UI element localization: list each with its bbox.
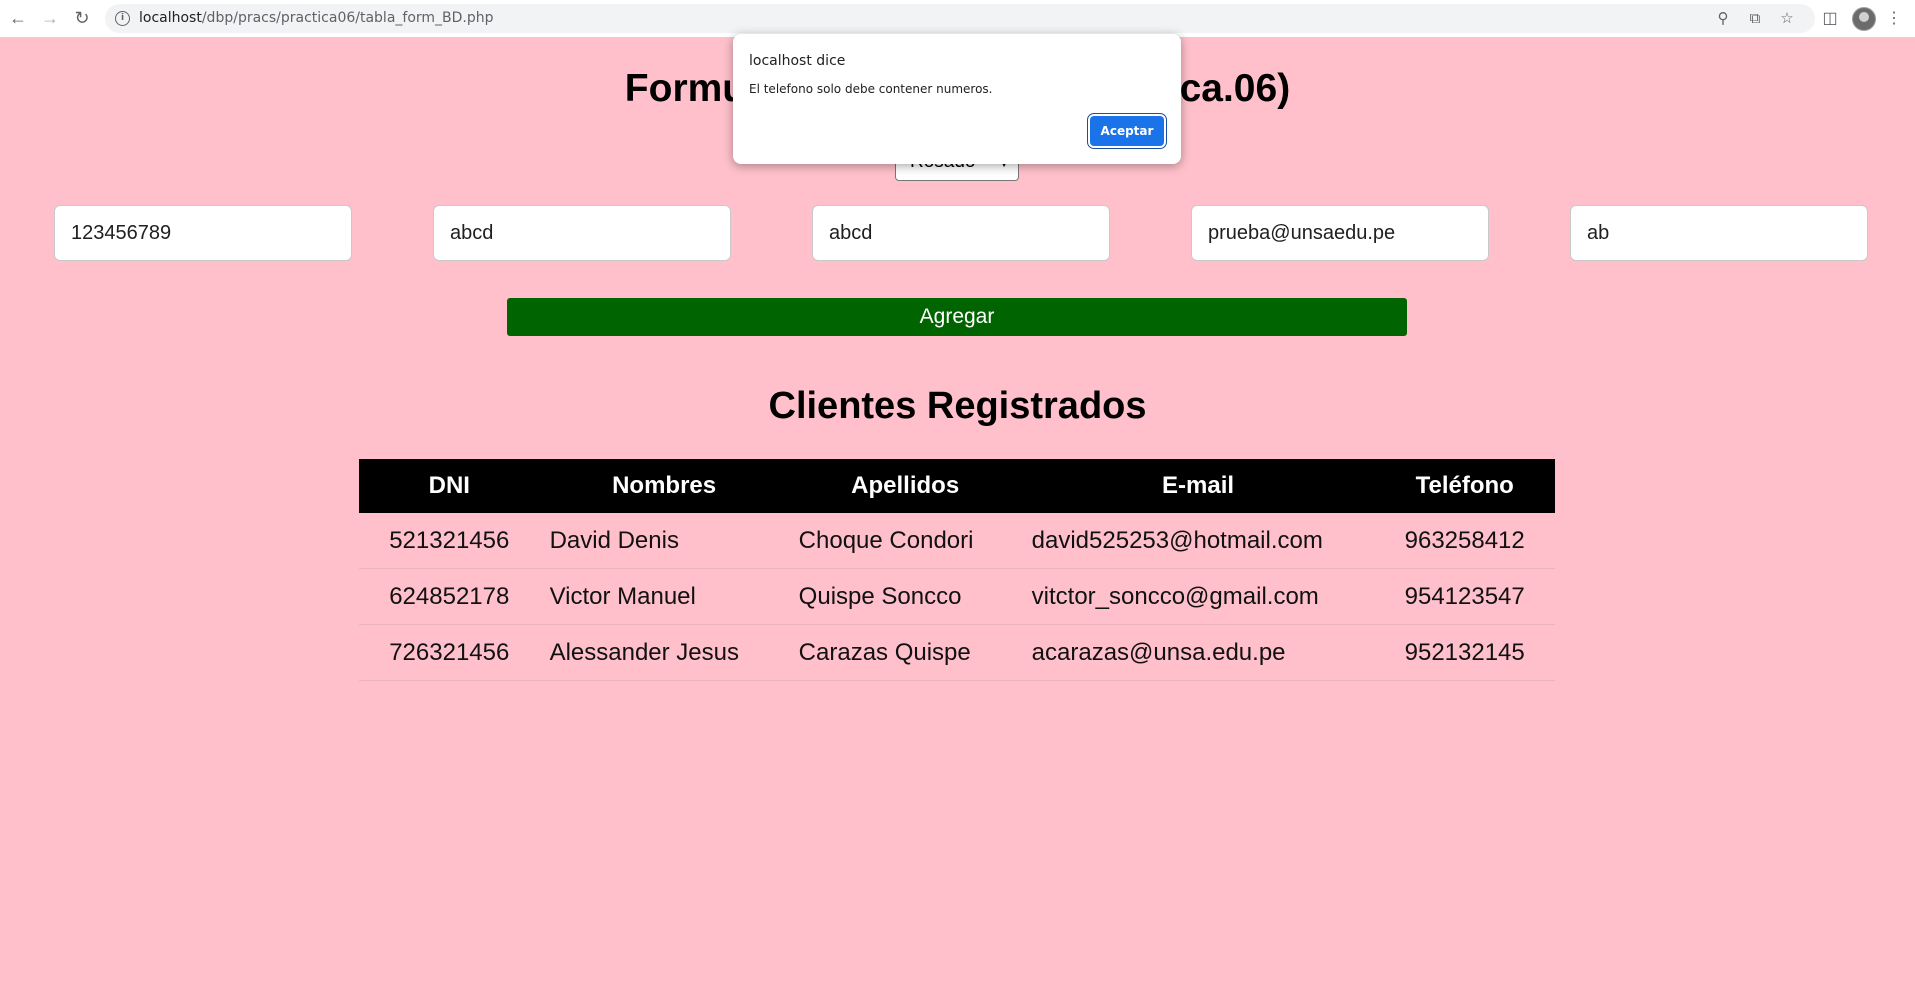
- clients-table: DNI Nombres Apellidos E-mail Teléfono 52…: [359, 459, 1555, 681]
- address-bar[interactable]: i localhost/dbp/pracs/practica06/tabla_f…: [105, 4, 1815, 33]
- cell-nombres: Victor Manuel: [539, 568, 789, 625]
- telefono-input[interactable]: [1570, 205, 1868, 261]
- kebab-menu-icon[interactable]: ⋮: [1884, 9, 1904, 29]
- header-apellidos: Apellidos: [788, 459, 1022, 513]
- forward-arrow-icon[interactable]: →: [40, 8, 60, 28]
- dialog-message: El telefono solo debe contener numeros.: [749, 82, 993, 96]
- header-dni: DNI: [359, 459, 540, 513]
- table-header-row: DNI Nombres Apellidos E-mail Teléfono: [359, 459, 1555, 513]
- url-text[interactable]: localhost/dbp/pracs/practica06/tabla_for…: [139, 10, 494, 26]
- cell-telefono: 954123547: [1374, 568, 1555, 625]
- page-content: Formulario de Clientes (Practica.06) Ros…: [0, 37, 1915, 997]
- cell-apellidos: Choque Condori: [788, 513, 1022, 569]
- cell-apellidos: Carazas Quispe: [788, 624, 1022, 681]
- reload-icon[interactable]: ↻: [72, 8, 92, 28]
- email-input[interactable]: [1191, 205, 1489, 261]
- alert-dialog: localhost dice El telefono solo debe con…: [733, 34, 1181, 164]
- add-button[interactable]: Agregar: [507, 298, 1407, 336]
- section-title: Clientes Registrados: [768, 385, 1147, 427]
- cell-telefono: 952132145: [1374, 624, 1555, 681]
- nombres-input[interactable]: [433, 205, 731, 261]
- apellidos-input[interactable]: [812, 205, 1110, 261]
- side-panel-icon[interactable]: ◫: [1820, 9, 1840, 29]
- cell-apellidos: Quispe Soncco: [788, 568, 1022, 625]
- table-row: 726321456 Alessander Jesus Carazas Quisp…: [359, 624, 1555, 681]
- star-icon[interactable]: ☆: [1778, 10, 1796, 28]
- cell-email: vitctor_soncco@gmail.com: [1021, 568, 1375, 625]
- cell-dni: 726321456: [359, 624, 540, 681]
- zoom-icon[interactable]: ⚲: [1714, 10, 1732, 28]
- cell-dni: 521321456: [359, 513, 540, 569]
- dialog-ok-button[interactable]: Aceptar: [1090, 116, 1164, 146]
- header-email: E-mail: [1021, 459, 1375, 513]
- cell-dni: 624852178: [359, 568, 540, 625]
- avatar[interactable]: [1852, 7, 1876, 31]
- cell-telefono: 963258412: [1374, 513, 1555, 569]
- dialog-title: localhost dice: [749, 53, 846, 69]
- dni-input[interactable]: [54, 205, 352, 261]
- cell-email: acarazas@unsa.edu.pe: [1021, 624, 1375, 681]
- cell-nombres: David Denis: [539, 513, 789, 569]
- cell-email: david525253@hotmail.com: [1021, 513, 1375, 569]
- header-telefono: Teléfono: [1374, 459, 1555, 513]
- cell-nombres: Alessander Jesus: [539, 624, 789, 681]
- browser-toolbar: ← → ↻ i localhost/dbp/pracs/practica06/t…: [0, 0, 1915, 38]
- info-icon[interactable]: i: [115, 11, 130, 26]
- table-row: 521321456 David Denis Choque Condori dav…: [359, 513, 1555, 569]
- header-nombres: Nombres: [539, 459, 789, 513]
- table-row: 624852178 Victor Manuel Quispe Soncco vi…: [359, 568, 1555, 625]
- share-icon[interactable]: ⧉: [1746, 10, 1764, 28]
- back-arrow-icon[interactable]: ←: [8, 8, 28, 28]
